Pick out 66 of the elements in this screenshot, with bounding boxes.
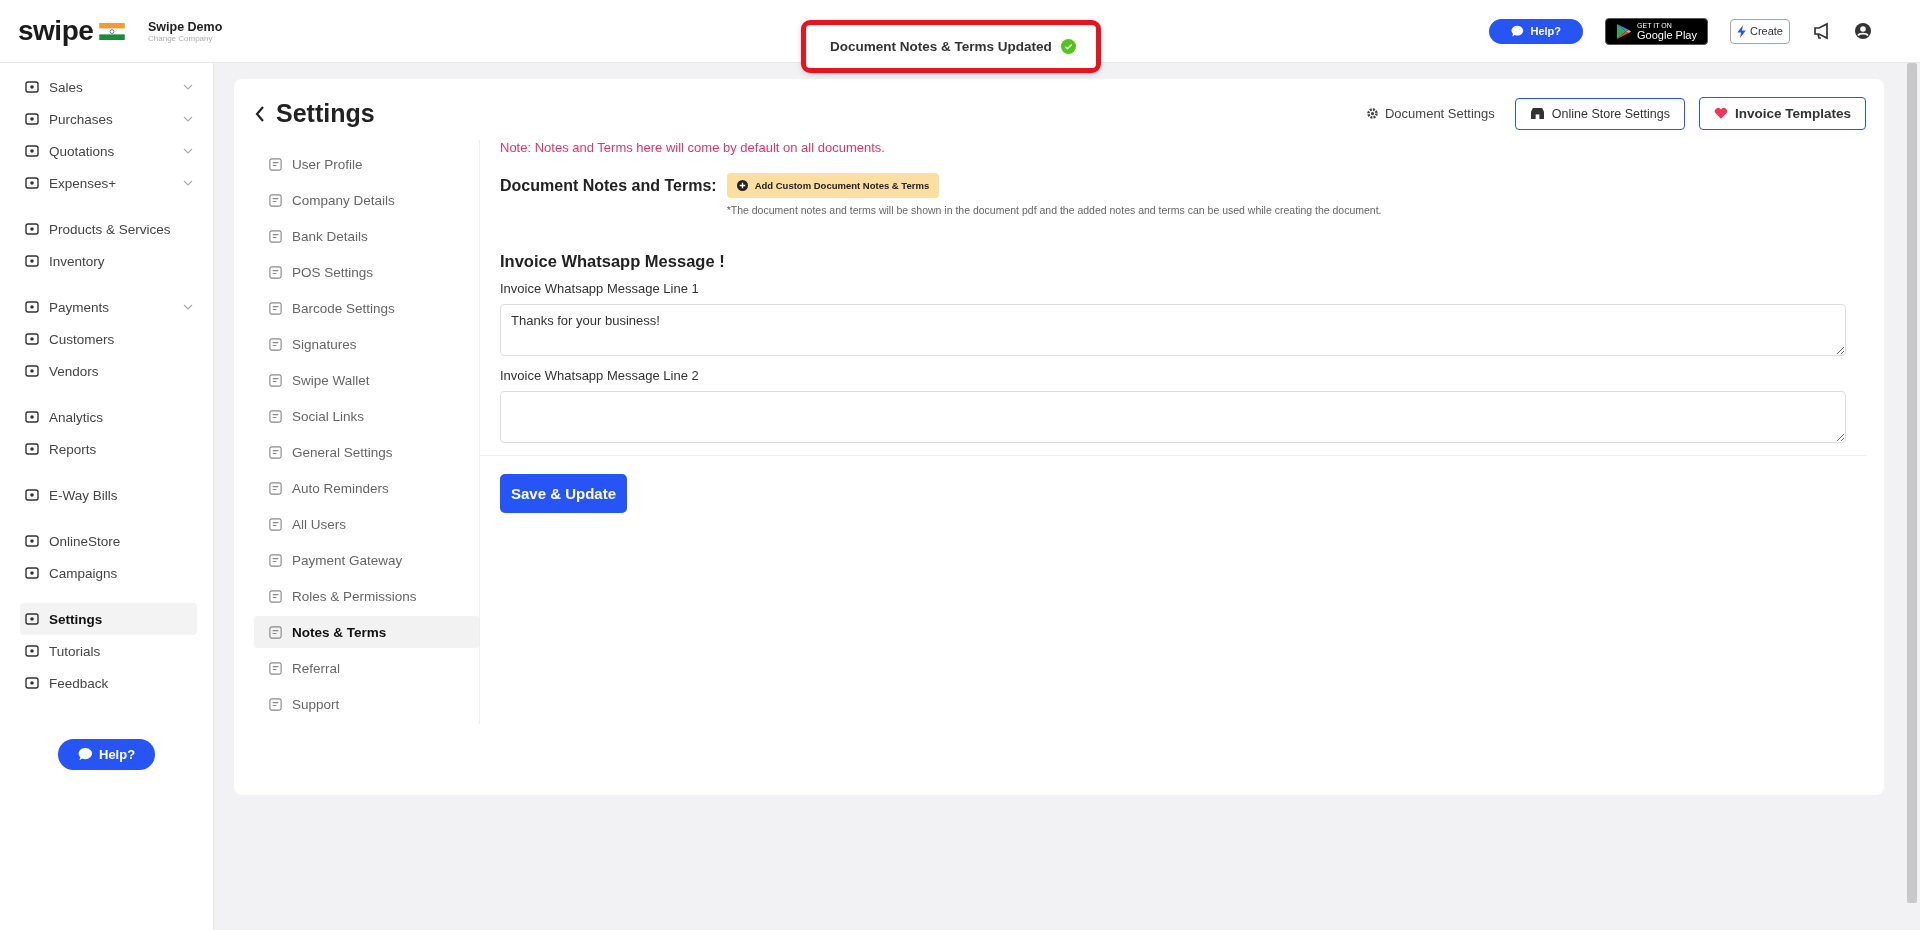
- sidebar-item[interactable]: Purchases: [20, 103, 197, 135]
- help-button[interactable]: Help?: [58, 739, 156, 770]
- shop-icon: [1529, 107, 1545, 120]
- chat-bubble-icon: [1511, 24, 1525, 38]
- settings-nav-item[interactable]: Roles & Permissions: [254, 580, 479, 612]
- settings-nav-item[interactable]: Referral: [254, 652, 479, 684]
- settings-nav-item[interactable]: All Users: [254, 508, 479, 540]
- user-avatar-icon[interactable]: [1854, 22, 1872, 40]
- flag-icon: [99, 22, 126, 40]
- toast-message: Document Notes & Terms Updated: [830, 39, 1052, 54]
- sidebar-item[interactable]: Sales: [20, 71, 197, 103]
- sidebar-item[interactable]: Products & Services: [20, 213, 197, 245]
- scrollbar[interactable]: [1907, 63, 1917, 903]
- sidebar-item[interactable]: Settings: [20, 603, 197, 635]
- sidebar-item[interactable]: Customers: [20, 323, 197, 355]
- sidebar-item[interactable]: Payments: [20, 291, 197, 323]
- settings-nav-item[interactable]: User Profile: [254, 148, 479, 180]
- sidebar-item[interactable]: Expenses+: [20, 167, 197, 199]
- change-company-link[interactable]: Change Company: [148, 33, 223, 43]
- sidebar-item[interactable]: Feedback: [20, 667, 197, 699]
- settings-nav-item[interactable]: Social Links: [254, 400, 479, 432]
- section-heading: Document Notes and Terms:: [500, 176, 717, 195]
- sidebar-item[interactable]: Analytics: [20, 401, 197, 433]
- settings-nav-item[interactable]: Payment Gateway: [254, 544, 479, 576]
- plus-icon: [736, 180, 748, 191]
- document-settings-link[interactable]: Document Settings: [1366, 106, 1495, 121]
- page-title: Settings: [276, 99, 375, 128]
- success-icon: [1060, 39, 1076, 54]
- sidebar-item[interactable]: Vendors: [20, 355, 197, 387]
- settings-nav-item[interactable]: Auto Reminders: [254, 472, 479, 504]
- sidebar-item[interactable]: Inventory: [20, 245, 197, 277]
- settings-nav-item[interactable]: Notes & Terms: [254, 616, 479, 648]
- sidebar-item[interactable]: Quotations: [20, 135, 197, 167]
- chat-bubble-icon: [78, 747, 93, 762]
- sidebar-item[interactable]: Reports: [20, 433, 197, 465]
- sidebar-item[interactable]: Tutorials: [20, 635, 197, 667]
- help-button[interactable]: Help?: [1489, 18, 1584, 44]
- settings-nav-item[interactable]: Support: [254, 688, 479, 720]
- heart-icon: [1713, 107, 1728, 120]
- lightning-icon: [1736, 24, 1747, 38]
- field-label: Invoice Whatsapp Message Line 1: [500, 281, 700, 296]
- note-text: Note: Notes and Terms here will come by default on all documents.: [500, 140, 886, 155]
- settings-nav-item[interactable]: Company Details: [254, 184, 479, 216]
- settings-nav-item[interactable]: Bank Details: [254, 220, 479, 252]
- create-button[interactable]: Create: [1729, 18, 1790, 44]
- field-label: Invoice Whatsapp Message Line 2: [500, 368, 700, 383]
- save-button[interactable]: Save & Update: [500, 474, 628, 513]
- hint-text: *The document notes and terms will be shown in the document pdf and the added notes and terms can be used while creating the document.: [726, 204, 1382, 216]
- settings-nav-item[interactable]: Swipe Wallet: [254, 364, 479, 396]
- sidebar-item[interactable]: Campaigns: [20, 557, 197, 589]
- section-heading: Invoice Whatsapp Message !: [500, 252, 726, 271]
- settings-nav-item[interactable]: Barcode Settings: [254, 292, 479, 324]
- message-field[interactable]: [500, 391, 1846, 443]
- sidebar-item[interactable]: OnlineStore: [20, 525, 197, 557]
- add-notes-button[interactable]: Add Custom Document Notes & Terms: [726, 173, 940, 198]
- invoice-templates-button[interactable]: Invoice Templates: [1698, 97, 1866, 130]
- logo[interactable]: swipe: [18, 15, 94, 47]
- sidebar-item[interactable]: E-Way Bills: [20, 479, 197, 511]
- settings-nav-item[interactable]: Signatures: [254, 328, 479, 360]
- online-store-settings-button[interactable]: Online Store Settings: [1514, 97, 1685, 130]
- settings-nav-item[interactable]: POS Settings: [254, 256, 479, 288]
- back-icon[interactable]: [254, 104, 266, 123]
- settings-nav-item[interactable]: General Settings: [254, 436, 479, 468]
- company-name: Swipe Demo: [148, 19, 223, 34]
- play-store-icon: [1616, 22, 1633, 40]
- message-field[interactable]: Thanks for your business!: [500, 304, 1846, 356]
